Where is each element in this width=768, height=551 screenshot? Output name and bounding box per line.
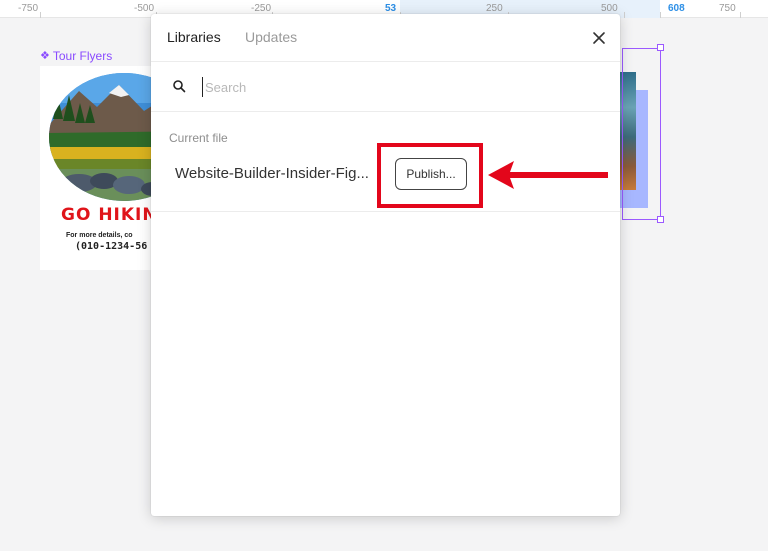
publish-button[interactable]: Publish... <box>395 158 467 190</box>
library-file-name: Website-Builder-Insider-Fig... <box>175 165 369 182</box>
frame-label-text: Tour Flyers <box>52 49 113 63</box>
selected-frame-outline[interactable] <box>622 48 661 220</box>
tab-updates[interactable]: Updates <box>245 29 297 45</box>
search-icon <box>172 79 186 93</box>
search-row <box>151 62 620 112</box>
ruler-tick: -750 <box>18 3 39 14</box>
resize-handle[interactable] <box>657 44 664 51</box>
flyer-details-text: For more details, co <box>66 232 133 239</box>
flyer-frame[interactable]: GO HIKIN For more details, co (010-1234-… <box>40 66 165 270</box>
ruler-tick-mark <box>740 12 741 18</box>
ruler-tick-selection-end: 608 <box>668 3 685 14</box>
component-icon: ❖ <box>40 50 50 62</box>
libraries-modal: Libraries Updates Current file Website-B… <box>151 14 620 516</box>
annotation-arrow-icon <box>488 161 608 189</box>
flyer-phone: (010-1234-56 <box>75 241 148 252</box>
flyer-heading: GO HIKIN <box>61 205 158 225</box>
frame-label[interactable]: ❖ Tour Flyers <box>40 49 112 63</box>
modal-header: Libraries Updates <box>151 14 620 62</box>
current-file-section-label: Current file <box>169 131 228 145</box>
ruler-tick-mark <box>660 12 661 18</box>
flyer-photo <box>49 73 165 201</box>
close-icon[interactable] <box>589 28 609 48</box>
tab-libraries[interactable]: Libraries <box>167 29 221 45</box>
ruler-tick: 750 <box>719 3 736 14</box>
search-input[interactable] <box>202 77 582 97</box>
ruler-tick-mark <box>624 12 625 18</box>
ruler-tick-mark <box>40 12 41 18</box>
resize-handle[interactable] <box>657 216 664 223</box>
